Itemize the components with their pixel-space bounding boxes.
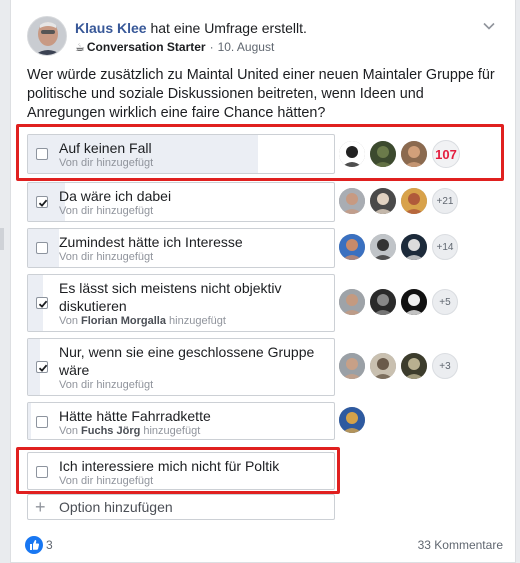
voter-avatar[interactable] [370, 188, 396, 214]
poll-option[interactable]: Nur, wenn sie eine geschlossene Gruppe w… [27, 338, 335, 396]
poll-option[interactable]: Da wäre ich dabei Von dir hinzugefügt [27, 182, 335, 222]
voter-count-badge[interactable]: +21 [432, 188, 458, 214]
voter-avatar[interactable] [339, 234, 365, 260]
option-author-link[interactable]: Florian Morgalla [81, 315, 169, 327]
conversation-starter-badge: Conversation Starter [86, 40, 206, 54]
option-added-by: Von dir hinzugefügt [59, 379, 154, 391]
scroll-nub[interactable] [0, 228, 4, 250]
coffee-cup-icon: ☕ [75, 41, 85, 54]
meta-separator: · [209, 40, 214, 54]
voter-avatar[interactable] [339, 188, 365, 214]
option-added-by: Von dir hinzugefügt [59, 205, 154, 217]
option-label: Nur, wenn sie eine geschlossene Gruppe w… [59, 344, 315, 378]
voter-avatar[interactable] [401, 234, 427, 260]
chevron-down-icon[interactable] [481, 18, 497, 34]
add-option-button[interactable]: + Option hinzufügen [27, 494, 335, 520]
highlight-box-first-option [16, 124, 504, 181]
checkbox-unchecked[interactable] [36, 416, 48, 428]
voter-avatars: +21 [339, 188, 458, 214]
option-added-by: Von Fuchs Jörg hinzugefügt [59, 425, 201, 437]
voter-avatar[interactable] [370, 353, 396, 379]
voter-avatar[interactable] [401, 289, 427, 315]
option-label: Da wäre ich dabei [59, 188, 172, 204]
voter-avatars: +14 [339, 234, 458, 260]
author-avatar[interactable] [27, 16, 67, 56]
voter-avatar[interactable] [339, 289, 365, 315]
checkbox-checked[interactable] [36, 297, 48, 309]
poll-question: Wer würde zusätzlich zu Maintal United e… [27, 67, 495, 121]
voter-avatars [339, 407, 370, 433]
author-action: hat eine Umfrage erstellt. [150, 20, 307, 36]
option-added-by: Von Florian Morgalla hinzugefügt [59, 315, 226, 327]
author-name-link[interactable]: Klaus Klee [75, 20, 147, 36]
add-option-label: Option hinzufügen [59, 499, 173, 515]
poll-option[interactable]: Es lässt sich meistens nicht objektiv di… [27, 274, 335, 332]
voter-count-badge[interactable]: +5 [432, 289, 458, 315]
post-date-link[interactable]: 10. August [218, 40, 275, 54]
thumbs-up-icon[interactable] [25, 536, 43, 554]
voter-avatar[interactable] [339, 353, 365, 379]
checkbox-checked[interactable] [36, 196, 48, 208]
voter-avatar[interactable] [401, 188, 427, 214]
post-footer: 3 33 Kommentare [25, 535, 503, 555]
left-edge [0, 0, 10, 563]
checkbox-unchecked[interactable] [36, 242, 48, 254]
meta-line: ☕ Conversation Starter · 10. August [75, 40, 274, 54]
comments-link[interactable]: 33 Kommentare [418, 538, 503, 552]
author-line: Klaus Klee hat eine Umfrage erstellt. [75, 20, 307, 36]
poll-option[interactable]: Hätte hätte Fahrradkette Von Fuchs Jörg h… [27, 402, 335, 440]
option-label: Es lässt sich meistens nicht objektiv di… [59, 280, 282, 314]
poll-option[interactable]: Zumindest hätte ich Interesse Von dir hin… [27, 228, 335, 268]
voter-avatars: +3 [339, 353, 458, 379]
voter-count-badge[interactable]: +14 [432, 234, 458, 260]
plus-icon: + [35, 497, 46, 517]
option-label: Zumindest hätte ich Interesse [59, 234, 243, 250]
like-count[interactable]: 3 [46, 538, 53, 552]
post-header: Klaus Klee hat eine Umfrage erstellt. ☕ … [27, 14, 501, 58]
option-added-by: Von dir hinzugefügt [59, 251, 154, 263]
voter-avatar[interactable] [370, 234, 396, 260]
voter-avatar[interactable] [339, 407, 365, 433]
option-label: Hätte hätte Fahrradkette [59, 408, 211, 424]
voter-avatar[interactable] [370, 289, 396, 315]
option-author-link[interactable]: Fuchs Jörg [81, 425, 143, 437]
voter-count-badge[interactable]: +3 [432, 353, 458, 379]
voter-avatars: +5 [339, 289, 458, 315]
highlight-box-last-option [16, 447, 340, 494]
voter-avatar[interactable] [401, 353, 427, 379]
checkbox-checked[interactable] [36, 361, 48, 373]
vote-share-bar [28, 403, 32, 439]
